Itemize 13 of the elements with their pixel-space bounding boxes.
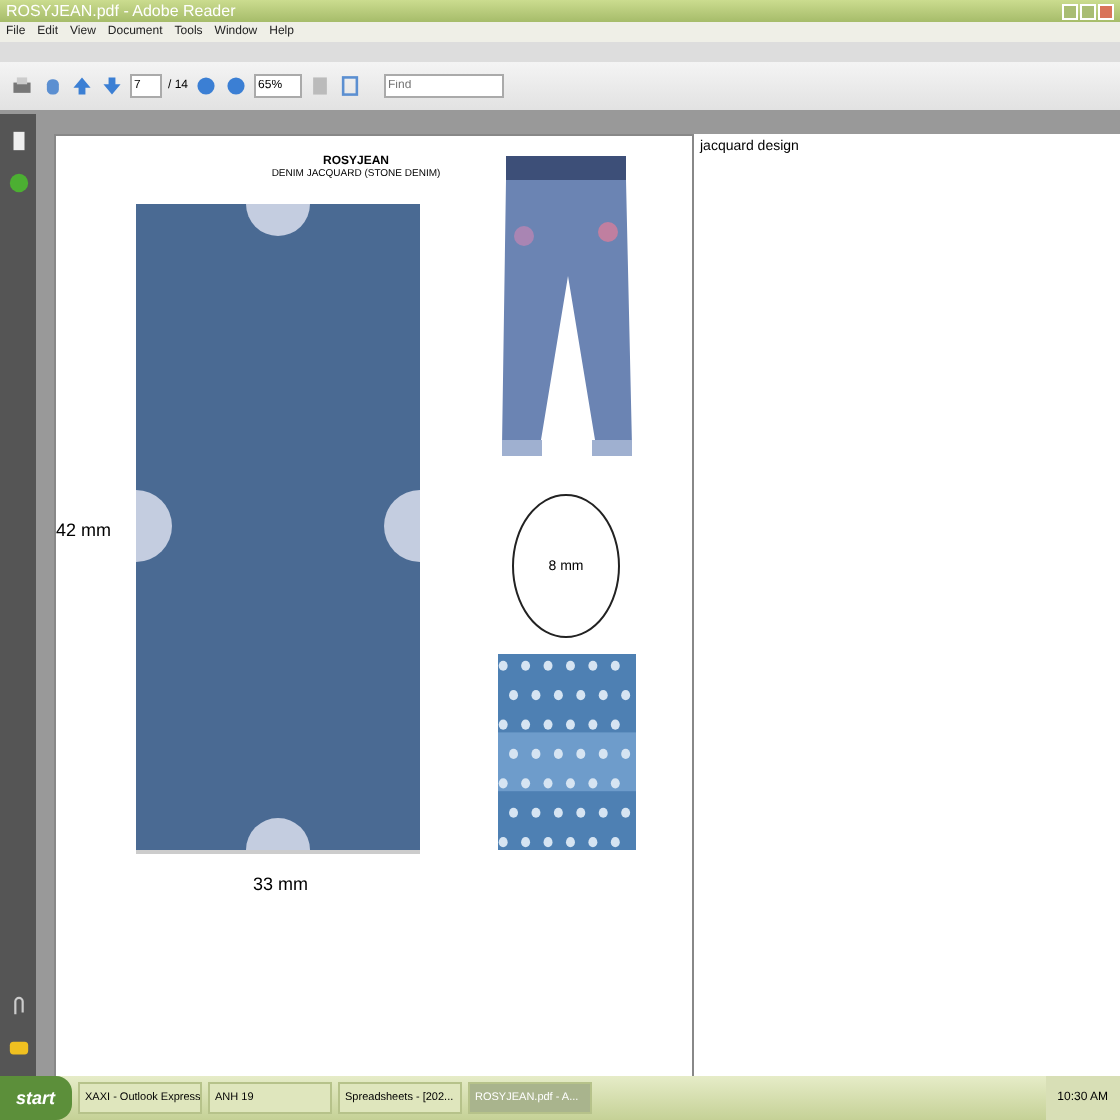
minimize-button[interactable] <box>1062 3 1078 19</box>
circle-icon[interactable] <box>7 172 29 194</box>
width-label: 33 mm <box>252 874 308 894</box>
down-arrow-icon[interactable] <box>100 74 124 98</box>
up-arrow-icon[interactable] <box>70 74 94 98</box>
maximize-button[interactable] <box>1080 3 1096 19</box>
height-label: 42 mm <box>56 519 114 539</box>
print-icon[interactable] <box>10 74 34 98</box>
comment-icon[interactable] <box>7 1038 29 1060</box>
start-button[interactable]: start <box>0 1076 72 1120</box>
close-button[interactable] <box>1098 3 1114 19</box>
window-title: ROSYJEAN.pdf - Adobe Reader <box>6 2 238 20</box>
fit-page-icon[interactable] <box>338 74 363 98</box>
